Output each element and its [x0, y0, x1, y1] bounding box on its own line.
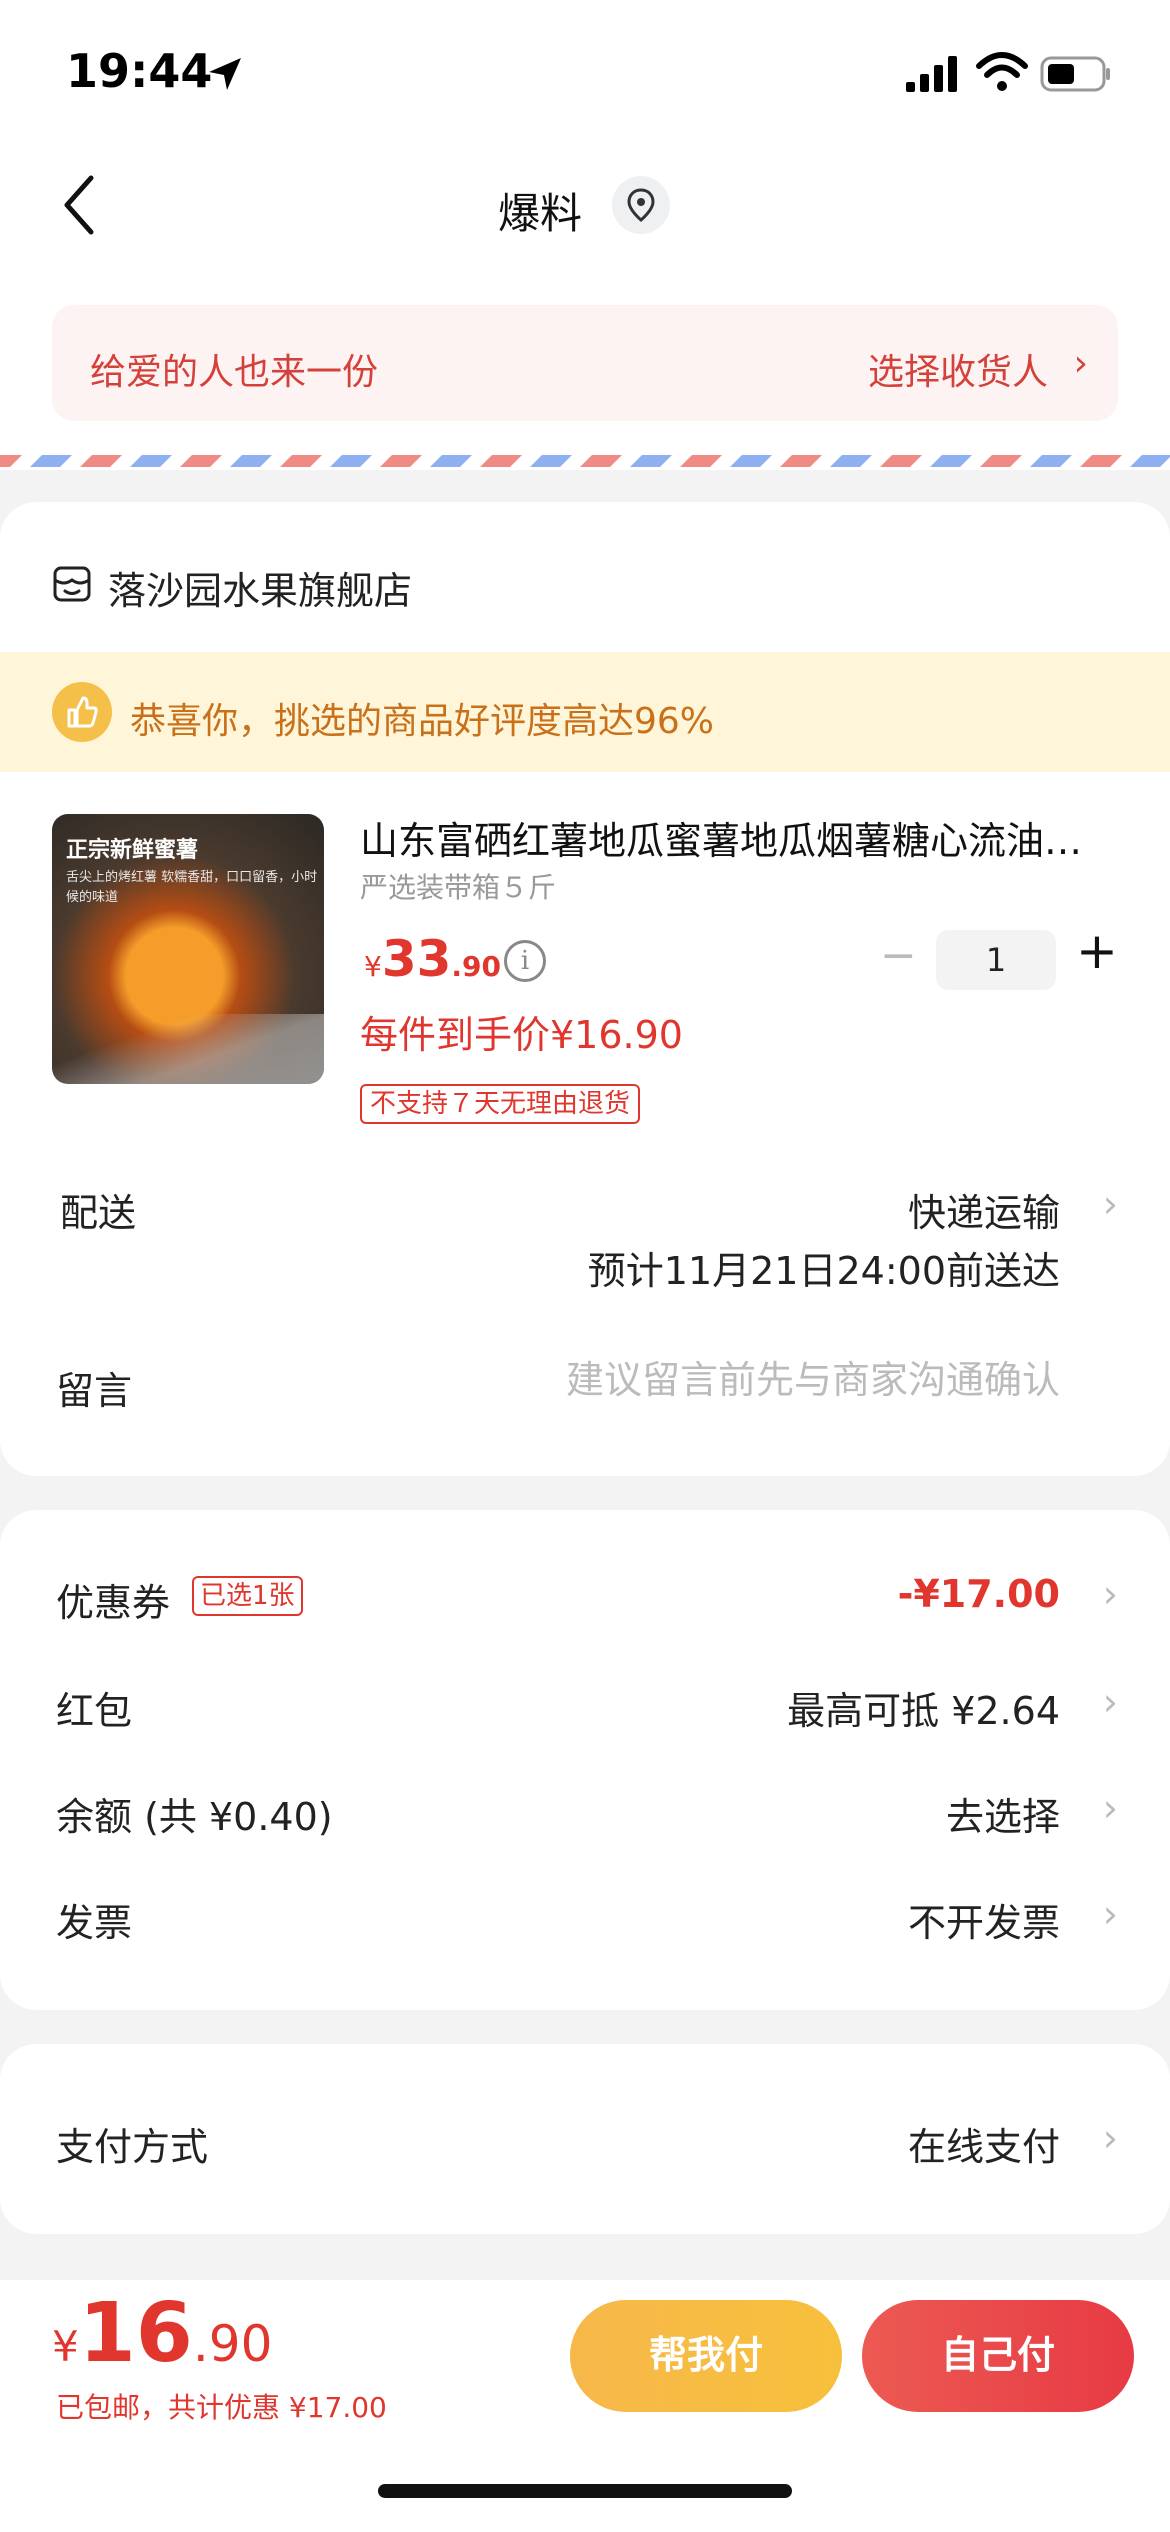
chevron-right-icon[interactable]: › — [1103, 1182, 1118, 1226]
airmail-stripe — [380, 455, 422, 467]
airmail-stripe — [480, 455, 522, 467]
gift-prompt: 给爱的人也来一份 — [90, 352, 379, 393]
battery-icon — [1040, 56, 1110, 92]
choose-recipient-bar[interactable]: 给爱的人也来一份 选择收货人 › — [52, 305, 1118, 421]
airmail-border — [0, 455, 1170, 467]
chevron-right-icon[interactable]: › — [1103, 1892, 1118, 1936]
airmail-stripe — [30, 455, 72, 467]
red-packet-label: 红包 — [56, 1689, 133, 1733]
nav-bar: 爆料 — [0, 140, 1170, 285]
invoice-label: 发票 — [56, 1901, 133, 1945]
delivery-label: 配送 — [60, 1191, 137, 1235]
chevron-right-icon[interactable]: › — [1103, 1572, 1118, 1616]
back-chevron-icon[interactable] — [55, 170, 105, 240]
product-image-tag: 正宗新鲜蜜薯 — [66, 838, 199, 863]
airmail-stripe — [580, 455, 622, 467]
product-spec: 严选装带箱５斤 — [360, 871, 557, 904]
quantity-field[interactable]: 1 — [936, 930, 1056, 990]
red-packet-value[interactable]: 最高可抵 ¥2.64 — [787, 1680, 1060, 1735]
airmail-stripe — [780, 455, 822, 467]
location-pin-button[interactable] — [612, 176, 670, 234]
total-currency: ¥ — [52, 2322, 79, 2371]
airmail-stripe — [430, 455, 472, 467]
airmail-stripe — [730, 455, 772, 467]
price-currency: ¥ — [364, 950, 382, 983]
store-name[interactable]: 落沙园水果旗舰店 — [108, 560, 412, 615]
discount-card: 优惠券 已选1张 -¥17.00 › 红包 最高可抵 ¥2.64 › 余额 (共… — [0, 1510, 1170, 2010]
product-price: ¥33.90 — [364, 930, 501, 988]
info-icon[interactable]: i — [504, 940, 546, 982]
payment-method-value[interactable]: 在线支付 — [908, 2116, 1060, 2171]
pay-myself-button[interactable]: 自己付 — [862, 2300, 1134, 2412]
airmail-stripe — [230, 455, 272, 467]
thumbs-up-icon — [67, 696, 98, 728]
airmail-stripe — [130, 455, 172, 467]
airmail-stripe — [80, 455, 122, 467]
promo-badge — [52, 682, 112, 742]
promo-banner: 恭喜你，挑选的商品好评度高达96% — [0, 652, 1170, 772]
order-item-card: 落沙园水果旗舰店 恭喜你，挑选的商品好评度高达96% 正宗新鲜蜜薯 舌尖上的烤红… — [0, 502, 1170, 1476]
product-title[interactable]: 山东富硒红薯地瓜蜜薯地瓜烟薯糖心流油… — [360, 810, 1120, 865]
price-integer: 33 — [381, 930, 452, 988]
total-decimal: .90 — [192, 2315, 273, 2373]
coupon-selected-badge: 已选1张 — [192, 1576, 303, 1616]
help-me-pay-button[interactable]: 帮我付 — [570, 2300, 842, 2412]
choose-recipient-link[interactable]: 选择收货人 — [868, 343, 1048, 395]
total-integer: 16 — [78, 2286, 193, 2381]
airmail-stripe — [880, 455, 922, 467]
promo-text: 恭喜你，挑选的商品好评度高达96% — [130, 701, 715, 742]
product-image-subtitle: 舌尖上的烤红薯 软糯香甜，口口留香，小时候的味道 — [66, 870, 318, 905]
delivery-method[interactable]: 快递运输 — [908, 1182, 1060, 1237]
invoice-value[interactable]: 不开发票 — [908, 1892, 1060, 1947]
delivery-eta: 预计11月21日24:00前送达 — [587, 1249, 1060, 1293]
quantity-increase-button[interactable]: + — [1076, 922, 1118, 980]
chevron-right-icon[interactable]: › — [1103, 1786, 1118, 1830]
airmail-stripe — [980, 455, 1022, 467]
total-summary: 已包邮，共计优惠 ¥17.00 — [56, 2391, 387, 2424]
cellular-signal-icon — [906, 56, 957, 92]
chevron-right-icon: › — [1073, 343, 1088, 384]
payment-method-label: 支付方式 — [56, 2125, 209, 2169]
airmail-stripe — [1130, 455, 1170, 467]
unit-price: 每件到手价¥16.90 — [360, 1013, 683, 1057]
no-return-badge: 不支持７天无理由退货 — [360, 1084, 641, 1124]
coupon-label: 优惠券 — [56, 1581, 171, 1625]
home-indicator[interactable] — [378, 2484, 792, 2498]
status-time: 19:44 — [66, 44, 213, 98]
airmail-stripe — [830, 455, 872, 467]
coupon-value[interactable]: -¥17.00 — [898, 1572, 1060, 1616]
message-input[interactable] — [500, 1358, 1060, 1402]
chevron-right-icon[interactable]: › — [1103, 1680, 1118, 1724]
page-title: 爆料 — [498, 189, 583, 238]
balance-value[interactable]: 去选择 — [946, 1786, 1060, 1841]
wifi-icon — [976, 52, 1028, 91]
airmail-stripe — [1080, 455, 1122, 467]
airmail-stripe — [1030, 455, 1072, 467]
balance-label: 余额 (共 ¥0.40) — [56, 1795, 333, 1839]
location-pin-icon — [627, 188, 655, 222]
quantity-decrease-button[interactable]: − — [880, 930, 917, 981]
airmail-stripe — [330, 455, 372, 467]
airmail-stripe — [280, 455, 322, 467]
airmail-stripe — [630, 455, 672, 467]
chevron-right-icon[interactable]: › — [1103, 2116, 1118, 2160]
airmail-stripe — [680, 455, 722, 467]
airmail-stripe — [0, 455, 22, 467]
airmail-stripe — [530, 455, 572, 467]
foil-decoration — [52, 1014, 324, 1084]
location-arrow-icon — [209, 58, 241, 90]
price-decimal: .90 — [451, 950, 502, 983]
status-bar: 19:44 — [0, 0, 1170, 140]
gift-section: 给爱的人也来一份 选择收货人 › — [0, 285, 1170, 470]
product-image[interactable]: 正宗新鲜蜜薯 舌尖上的烤红薯 软糯香甜，口口留香，小时候的味道 — [52, 814, 324, 1084]
payment-card: 支付方式 在线支付 › — [0, 2044, 1170, 2234]
airmail-stripe — [930, 455, 972, 467]
message-label: 留言 — [56, 1369, 133, 1413]
store-icon — [53, 566, 91, 602]
airmail-stripe — [180, 455, 222, 467]
total-price: ¥16.90 — [52, 2286, 272, 2381]
